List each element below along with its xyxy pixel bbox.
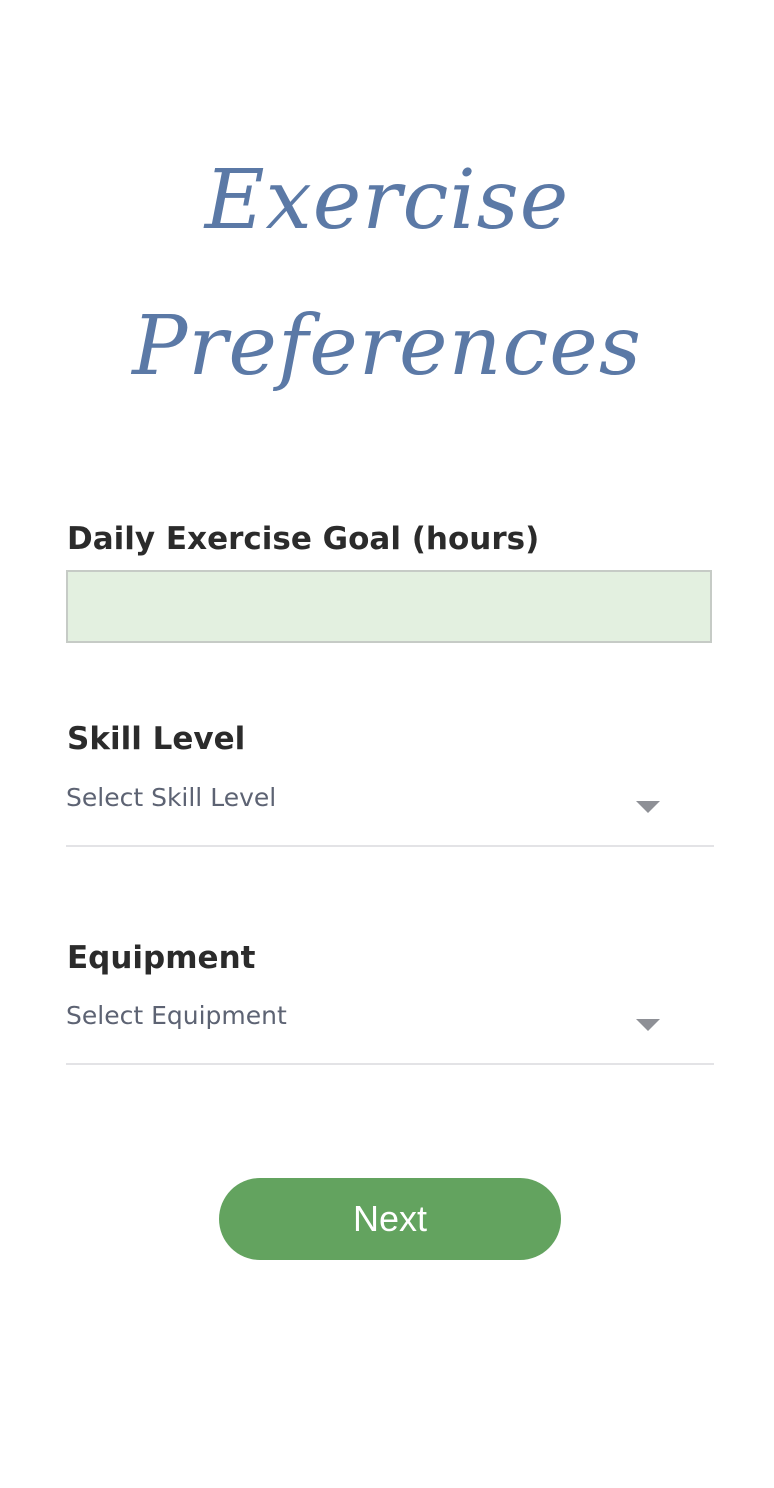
skill-level-select[interactable]: Select Skill Level: [66, 783, 714, 847]
skill-level-label: Skill Level: [67, 721, 246, 757]
skill-level-value: Select Skill Level: [66, 783, 277, 812]
daily-goal-label: Daily Exercise Goal (hours): [67, 521, 540, 557]
page-title-line1: Exercise: [204, 153, 570, 248]
equipment-select[interactable]: Select Equipment: [66, 1001, 714, 1065]
chevron-down-icon: [636, 801, 660, 813]
equipment-label: Equipment: [67, 940, 256, 976]
page-title: Exercise Preferences: [0, 128, 774, 420]
chevron-down-icon: [636, 1019, 660, 1031]
equipment-value: Select Equipment: [66, 1001, 287, 1030]
daily-goal-input[interactable]: [66, 570, 712, 643]
next-button[interactable]: Next: [219, 1178, 561, 1260]
page-title-line2: Preferences: [132, 299, 642, 394]
